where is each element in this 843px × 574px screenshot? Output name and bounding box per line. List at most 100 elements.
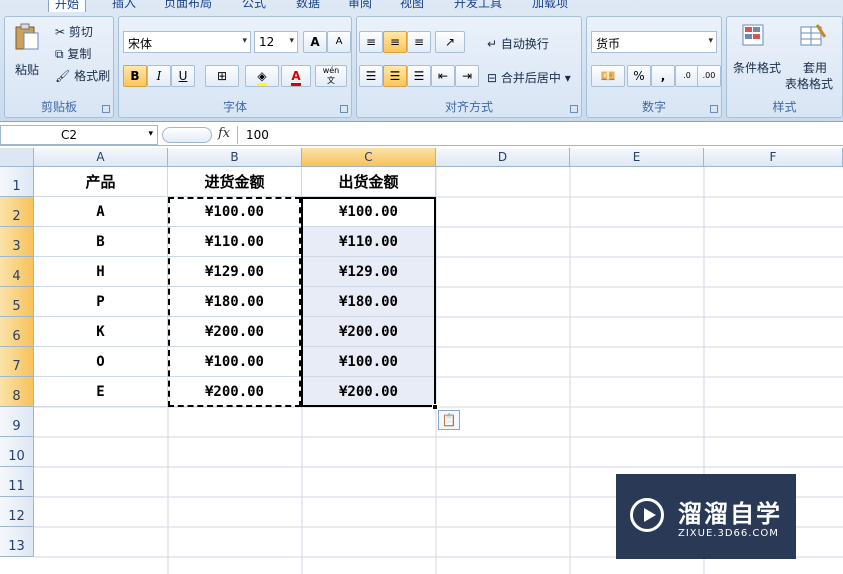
- decrease-indent-button[interactable]: ⇤: [431, 65, 455, 87]
- ribbon-tabs: 开始 插入 页面布局 公式 数据 审阅 视图 开发工具 加载项: [0, 0, 843, 12]
- font-color-button[interactable]: A: [281, 65, 311, 87]
- column-header-d[interactable]: D: [436, 148, 570, 167]
- increase-decimal-button[interactable]: .0: [675, 65, 699, 87]
- paste-options-icon[interactable]: 📋: [438, 410, 460, 430]
- row-header-11[interactable]: 11: [0, 467, 34, 497]
- copy-button[interactable]: ⧉ 复制: [55, 45, 91, 62]
- watermark-title: 溜溜自学: [678, 500, 782, 528]
- tab-review[interactable]: 审阅: [342, 0, 378, 12]
- row-header-10[interactable]: 10: [0, 437, 34, 467]
- font-group-label: 字体: [222, 100, 247, 114]
- grow-font-button[interactable]: A: [303, 31, 327, 53]
- font-name-value: 宋体: [128, 37, 153, 51]
- phonetic-button[interactable]: wén 文: [315, 65, 347, 87]
- align-bottom-button[interactable]: ≡: [407, 31, 431, 53]
- row-header-5[interactable]: 5: [0, 287, 34, 317]
- table-format-icon[interactable]: [799, 23, 827, 51]
- merge-center-button[interactable]: ⊟ 合并后居中 ▾: [487, 69, 571, 86]
- row-header-3[interactable]: 3: [0, 227, 34, 257]
- row-header-12[interactable]: 12: [0, 497, 34, 527]
- paste-icon[interactable]: [13, 23, 41, 51]
- wrap-text-button[interactable]: ↵ 自动换行: [487, 35, 549, 52]
- tab-page-layout[interactable]: 页面布局: [158, 0, 218, 12]
- orientation-button[interactable]: ↗: [435, 31, 465, 53]
- conditional-format-icon[interactable]: [741, 23, 769, 51]
- tab-data[interactable]: 数据: [290, 0, 326, 12]
- borders-button[interactable]: ⊞: [205, 65, 239, 87]
- tab-home[interactable]: 开始: [48, 0, 87, 12]
- align-center-button[interactable]: ☰: [383, 65, 407, 87]
- number-format-select[interactable]: 货币 ▾: [591, 31, 717, 53]
- column-header-b[interactable]: B: [168, 148, 302, 167]
- tab-developer[interactable]: 开发工具: [448, 0, 508, 12]
- align-left-icon: ☰: [365, 69, 377, 83]
- font-launcher-icon[interactable]: [340, 105, 348, 113]
- align-top-button[interactable]: ≡: [359, 31, 383, 53]
- decrease-decimal-icon: .00: [702, 71, 716, 80]
- percent-button[interactable]: %: [627, 65, 651, 87]
- phonetic-label: wén: [322, 66, 340, 75]
- conditional-format-button[interactable]: 条件格式: [733, 59, 781, 76]
- row-header-7[interactable]: 7: [0, 347, 34, 377]
- chevron-down-icon: ▾: [242, 36, 247, 46]
- styles-group-label: 样式: [772, 100, 797, 114]
- increase-indent-icon: ⇥: [461, 69, 473, 83]
- formula-separator: [237, 126, 238, 144]
- tab-view[interactable]: 视图: [394, 0, 430, 12]
- fill-color-button[interactable]: ◈: [245, 65, 279, 87]
- formula-bar: C2 ▾ fx 100: [0, 124, 843, 146]
- name-box[interactable]: C2 ▾: [0, 125, 158, 145]
- number-format-value: 货币: [596, 37, 621, 51]
- column-header-c[interactable]: C: [302, 148, 436, 167]
- row-header-1[interactable]: 1: [0, 167, 34, 197]
- comma-button[interactable]: ,: [651, 65, 675, 87]
- row-header-9[interactable]: 9: [0, 407, 34, 437]
- formula-input[interactable]: 100: [246, 128, 269, 142]
- alignment-group-label: 对齐方式: [444, 100, 493, 114]
- clipboard-launcher-icon[interactable]: [102, 105, 110, 113]
- decrease-decimal-button[interactable]: .00: [697, 65, 721, 87]
- table-format-label-1[interactable]: 套用: [803, 59, 827, 76]
- number-group-label: 数字: [641, 100, 666, 114]
- paste-button[interactable]: 粘贴: [15, 61, 39, 78]
- number-launcher-icon[interactable]: [710, 105, 718, 113]
- font-group: 宋体 ▾ 12 ▾ A A B I U ⊞ ◈ A wén 文 字体: [118, 16, 352, 118]
- clipboard-group: 粘贴 ✂ 剪切 ⧉ 复制 🖌 格式刷 剪贴板: [4, 16, 114, 118]
- align-right-button[interactable]: ☰: [407, 65, 431, 87]
- font-size-select[interactable]: 12 ▾: [254, 31, 298, 53]
- column-header-a[interactable]: A: [34, 148, 168, 167]
- column-header-e[interactable]: E: [570, 148, 704, 167]
- tab-insert[interactable]: 插入: [106, 0, 142, 12]
- font-name-select[interactable]: 宋体 ▾: [123, 31, 251, 53]
- column-header-f[interactable]: F: [704, 148, 843, 167]
- align-left-button[interactable]: ☰: [359, 65, 383, 87]
- row-header-2[interactable]: 2: [0, 197, 34, 227]
- copy-icon: ⧉: [55, 47, 64, 61]
- align-middle-icon: ≡: [389, 35, 401, 49]
- chevron-down-icon: ▾: [289, 36, 294, 46]
- row-header-8[interactable]: 8: [0, 377, 34, 407]
- chevron-down-icon: ▾: [708, 36, 713, 46]
- tab-formulas[interactable]: 公式: [236, 0, 272, 12]
- alignment-launcher-icon[interactable]: [570, 105, 578, 113]
- cut-button[interactable]: ✂ 剪切: [55, 23, 93, 40]
- select-all-corner[interactable]: [0, 148, 34, 167]
- fx-icon[interactable]: fx: [218, 126, 230, 141]
- formula-bar-handle[interactable]: [162, 127, 212, 143]
- align-middle-button[interactable]: ≡: [383, 31, 407, 53]
- increase-indent-button[interactable]: ⇥: [455, 65, 479, 87]
- table-format-label-2[interactable]: 表格格式: [785, 75, 833, 92]
- tab-addins[interactable]: 加载项: [526, 0, 574, 12]
- underline-button[interactable]: U: [171, 65, 195, 87]
- format-painter-button[interactable]: 🖌 格式刷: [55, 67, 110, 84]
- watermark-subtitle: ZIXUE.3D66.COM: [678, 528, 779, 539]
- row-header-6[interactable]: 6: [0, 317, 34, 347]
- italic-button[interactable]: I: [147, 65, 171, 87]
- styles-group: 条件格式 套用 表格格式 样式: [726, 16, 843, 118]
- accounting-format-button[interactable]: 💴: [591, 65, 625, 87]
- border-grid-icon: ⊞: [216, 69, 228, 83]
- row-header-4[interactable]: 4: [0, 257, 34, 287]
- shrink-font-button[interactable]: A: [327, 31, 351, 53]
- bold-button[interactable]: B: [123, 65, 147, 87]
- row-header-13[interactable]: 13: [0, 527, 34, 557]
